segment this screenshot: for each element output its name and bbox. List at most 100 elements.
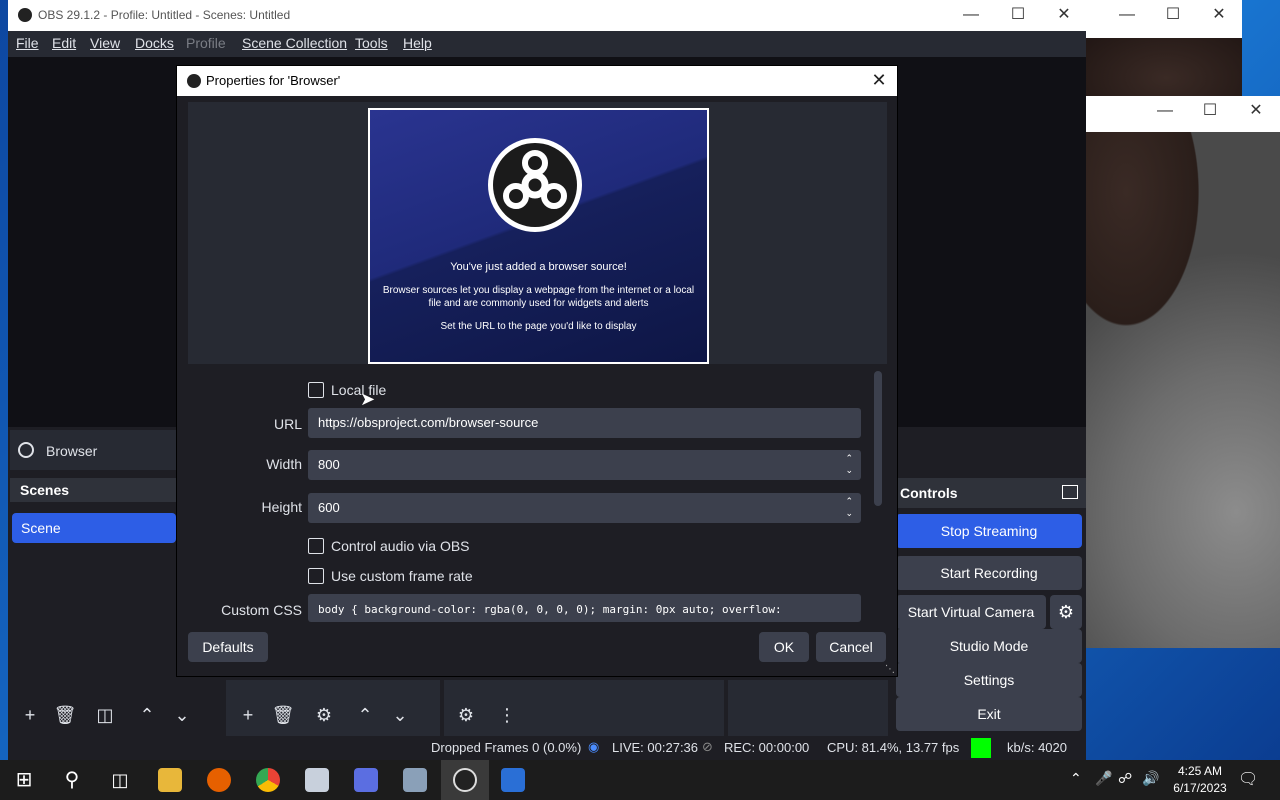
url-label: URL (273, 416, 302, 432)
move-up-icon[interactable]: ⌃ (135, 703, 159, 727)
microphone-icon[interactable]: 🎤 (1095, 770, 1112, 787)
live-icon: ◉ (588, 739, 600, 754)
app-icon[interactable] (305, 768, 329, 792)
menu-docks[interactable]: Docks (135, 35, 174, 51)
source-up-icon[interactable]: ⌃ (353, 703, 377, 727)
clock-time: 4:25 AM (1177, 764, 1223, 778)
minimize-icon[interactable]: — (1142, 96, 1188, 126)
menu-scene-collection[interactable]: Scene Collection (242, 35, 347, 51)
custom-css-label: Custom CSS (221, 602, 302, 618)
preview-description: Browser sources let you display a webpag… (382, 285, 695, 309)
defaults-button[interactable]: Defaults (188, 632, 268, 662)
maximize-icon[interactable]: ☐ (1150, 0, 1196, 30)
menu-profile[interactable]: Profile (186, 35, 226, 51)
source-down-icon[interactable]: ⌄ (388, 703, 412, 727)
notifications-icon[interactable]: 🗨 (1238, 769, 1258, 789)
search-icon[interactable]: ⚲ (60, 768, 84, 792)
menu-file[interactable]: File (16, 35, 39, 51)
move-down-icon[interactable]: ⌄ (170, 703, 194, 727)
virtual-camera-settings-icon[interactable]: ⚙ (1050, 595, 1082, 629)
height-label: Height (261, 499, 302, 515)
height-spinbox[interactable]: 600 ⌃ ⌄ (308, 493, 861, 523)
resize-grip-icon[interactable]: ⋱ (885, 664, 895, 675)
studio-mode-button[interactable]: Studio Mode (896, 629, 1082, 663)
mixer-dock (444, 680, 724, 736)
stream-health-indicator (971, 738, 991, 758)
close-icon[interactable]: ✕ (867, 68, 891, 92)
source-row[interactable]: Browser (10, 430, 180, 470)
obs-icon (453, 768, 477, 792)
settings-button[interactable]: Settings (896, 663, 1082, 697)
spin-down-icon[interactable]: ⌄ (845, 465, 853, 476)
bitrate: kb/s: 4020 (1007, 740, 1067, 755)
url-input[interactable]: https://obsproject.com/browser-source (308, 408, 861, 438)
maximize-icon[interactable]: ☐ (995, 0, 1041, 30)
control-panel-icon[interactable] (403, 768, 427, 792)
menu-help[interactable]: Help (403, 35, 432, 51)
chrome-icon[interactable] (256, 768, 280, 792)
controls-header: Controls (890, 478, 1086, 508)
background-window-2: — ☐ ✕ (1086, 96, 1280, 648)
background-photo (1086, 38, 1242, 100)
start-virtual-camera-button[interactable]: Start Virtual Camera (896, 595, 1046, 629)
dialog-title: Properties for 'Browser' (206, 73, 341, 88)
menu-edit[interactable]: Edit (52, 35, 76, 51)
maximize-icon[interactable]: ☐ (1187, 96, 1233, 126)
control-audio-checkbox[interactable] (308, 538, 324, 554)
close-icon[interactable]: ✕ (1041, 0, 1087, 30)
browser-source-preview: You've just added a browser source! Brow… (368, 108, 709, 364)
scene-item-label: Scene (21, 520, 61, 536)
add-scene-icon[interactable]: + (18, 703, 42, 727)
custom-css-textarea[interactable]: body { background-color: rgba(0, 0, 0, 0… (308, 594, 861, 622)
windows-start-icon[interactable]: ⊞ (12, 768, 36, 792)
volume-icon[interactable]: 🔊 (1142, 770, 1159, 787)
source-settings-icon[interactable]: ⚙ (312, 703, 336, 727)
spin-down-icon[interactable]: ⌄ (845, 508, 853, 519)
start-recording-button[interactable]: Start Recording (896, 556, 1082, 590)
obs-taskbar-item[interactable] (441, 760, 489, 800)
cancel-button[interactable]: Cancel (816, 632, 886, 662)
transitions-dock (728, 680, 888, 736)
taskbar-clock[interactable]: 4:25 AM 6/17/2023 (1160, 763, 1240, 797)
controls-panel: Controls Stop Streaming Start Recording … (890, 478, 1086, 748)
width-spinbox[interactable]: 800 ⌃ ⌄ (308, 450, 861, 480)
exit-button[interactable]: Exit (896, 697, 1082, 731)
local-file-label: Local file (331, 382, 387, 398)
custom-frame-rate-checkbox[interactable] (308, 568, 324, 584)
taskbar: ⊞ ⚲ ◫ ⌃ 🎤 ☍ 🔊 4:25 AM 6/17/2023 🗨 (0, 760, 1280, 800)
media-app-icon[interactable] (354, 768, 378, 792)
close-icon[interactable]: ✕ (1196, 0, 1242, 30)
minimize-icon[interactable]: — (1104, 0, 1150, 30)
scene-list-item[interactable]: Scene (12, 513, 176, 543)
properties-scrollbar[interactable] (874, 371, 882, 506)
remote-desktop-icon[interactable] (501, 768, 525, 792)
undock-icon[interactable] (1062, 485, 1078, 499)
remove-source-icon[interactable]: 🗑 (271, 703, 295, 727)
more-options-icon[interactable]: ⋮ (495, 703, 519, 727)
window-titlebar: — ☐ ✕ (1086, 0, 1242, 38)
minimize-icon[interactable]: — (948, 0, 994, 30)
mouse-cursor-icon: ➤ (360, 389, 376, 409)
rec-timer: REC: 00:00:00 (724, 740, 810, 755)
mixer-settings-icon[interactable]: ⚙ (454, 703, 478, 727)
width-value: 800 (318, 457, 340, 472)
remove-scene-icon[interactable]: 🗑 (53, 703, 77, 727)
window-titlebar: — ☐ ✕ (1086, 96, 1280, 132)
height-value: 600 (318, 500, 340, 515)
spin-up-icon[interactable]: ⌃ (845, 453, 853, 464)
task-view-icon[interactable]: ◫ (108, 768, 132, 792)
network-icon[interactable]: ☍ (1118, 770, 1132, 787)
spin-up-icon[interactable]: ⌃ (845, 496, 853, 507)
file-explorer-icon[interactable] (158, 768, 182, 792)
firefox-icon[interactable] (207, 768, 231, 792)
menu-view[interactable]: View (90, 35, 120, 51)
ok-button[interactable]: OK (759, 632, 809, 662)
add-source-icon[interactable]: + (236, 703, 260, 727)
scene-filters-icon[interactable]: ◫ (93, 703, 117, 727)
close-icon[interactable]: ✕ (1233, 96, 1279, 126)
local-file-checkbox[interactable] (308, 382, 324, 398)
chevron-up-icon[interactable]: ⌃ (1070, 770, 1082, 787)
stop-streaming-button[interactable]: Stop Streaming (896, 514, 1082, 548)
obs-logo-icon (18, 8, 32, 22)
menu-tools[interactable]: Tools (355, 35, 388, 51)
